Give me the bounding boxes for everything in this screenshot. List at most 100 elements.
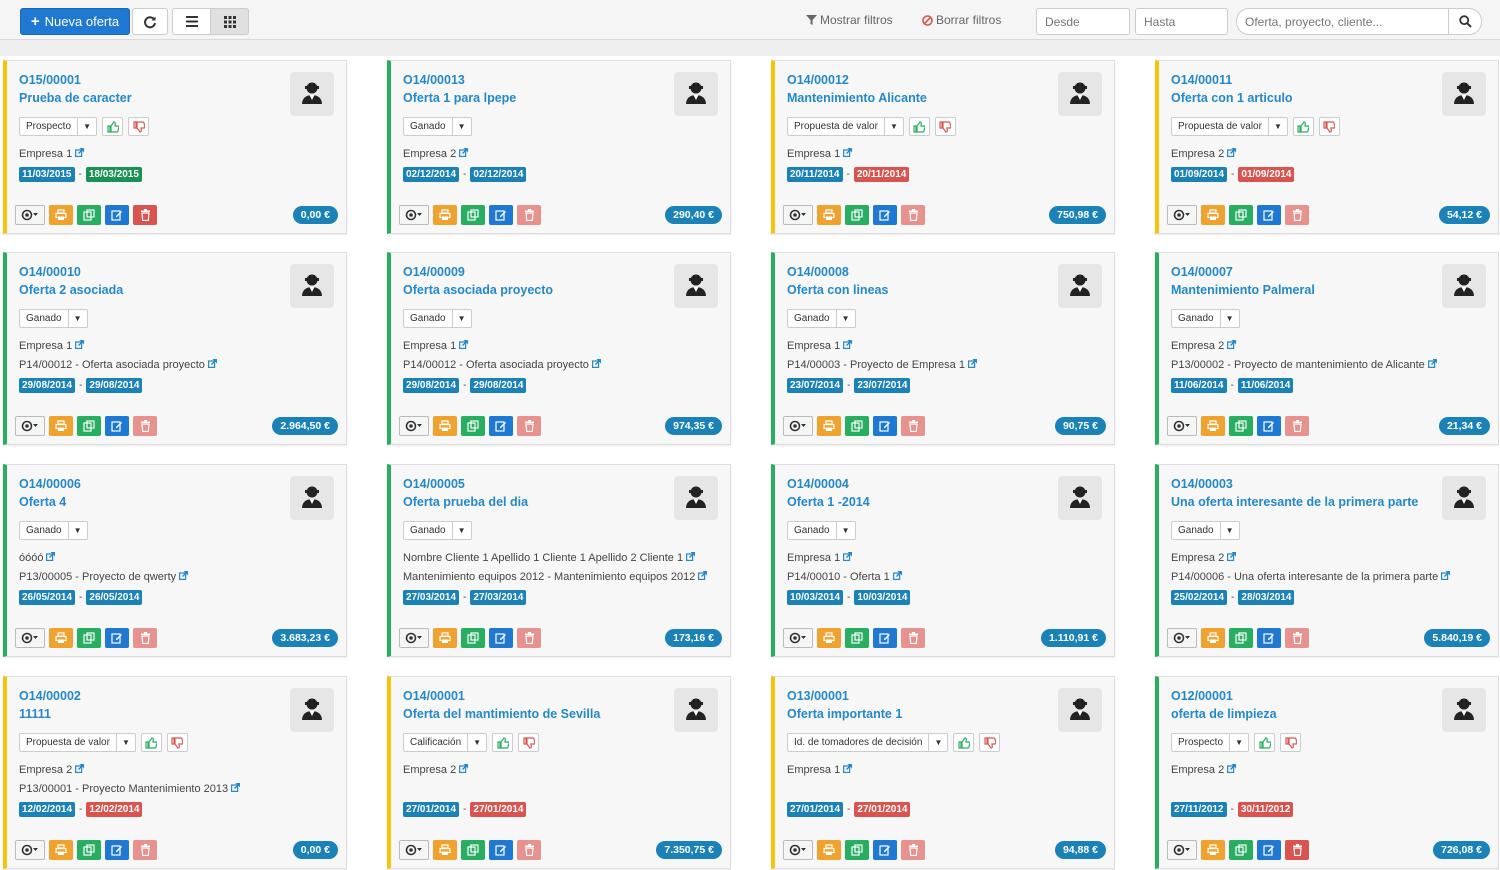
external-link-icon[interactable] bbox=[1227, 148, 1237, 160]
edit-button[interactable] bbox=[105, 416, 129, 436]
search-input[interactable] bbox=[1236, 8, 1449, 35]
edit-button[interactable] bbox=[873, 840, 897, 860]
delete-button[interactable] bbox=[1285, 628, 1309, 648]
external-link-icon[interactable] bbox=[75, 764, 85, 776]
offer-code[interactable]: O14/00003 bbox=[1171, 477, 1233, 491]
preview-button[interactable] bbox=[15, 840, 45, 860]
thumbs-down-icon[interactable] bbox=[1318, 117, 1340, 136]
client-name[interactable]: Empresa 1 bbox=[403, 340, 469, 352]
offer-code[interactable]: O14/00004 bbox=[787, 477, 849, 491]
offer-code[interactable]: O13/00001 bbox=[787, 689, 849, 703]
duplicate-button[interactable] bbox=[77, 205, 101, 225]
offer-title[interactable]: Oferta 2 asociada bbox=[19, 283, 123, 297]
caret-down-icon[interactable]: ▼ bbox=[78, 118, 96, 135]
project-name[interactable]: P14/00003 - Proyecto de Empresa 1 bbox=[787, 359, 977, 371]
client-name[interactable]: Empresa 2 bbox=[19, 764, 85, 776]
external-link-icon[interactable] bbox=[46, 552, 56, 564]
external-link-icon[interactable] bbox=[75, 148, 85, 160]
project-name[interactable]: P13/00002 - Proyecto de mantenimiento de… bbox=[1171, 359, 1437, 371]
preview-button[interactable] bbox=[15, 205, 45, 225]
offer-code[interactable]: O14/00007 bbox=[1171, 265, 1233, 279]
caret-down-icon[interactable]: ▼ bbox=[468, 734, 486, 751]
client-name[interactable]: Empresa 2 bbox=[1171, 764, 1237, 776]
preview-button[interactable] bbox=[399, 205, 429, 225]
offer-code[interactable]: O14/00005 bbox=[403, 477, 465, 491]
external-link-icon[interactable] bbox=[967, 359, 977, 371]
delete-button[interactable] bbox=[901, 628, 925, 648]
offer-title[interactable]: Oferta 1 para lpepe bbox=[403, 91, 516, 105]
preview-button[interactable] bbox=[783, 205, 813, 225]
stage-select[interactable]: Propuesta de valor ▼ bbox=[787, 117, 904, 136]
client-name[interactable]: Empresa 1 bbox=[787, 148, 853, 160]
caret-down-icon[interactable]: ▼ bbox=[837, 310, 855, 327]
edit-button[interactable] bbox=[1257, 840, 1281, 860]
offer-title[interactable]: Oferta asociada proyecto bbox=[403, 283, 553, 297]
stage-select[interactable]: Ganado ▼ bbox=[787, 521, 856, 540]
external-link-icon[interactable] bbox=[686, 552, 696, 564]
duplicate-button[interactable] bbox=[1229, 416, 1253, 436]
thumbs-up-icon[interactable] bbox=[102, 117, 124, 136]
print-button[interactable] bbox=[49, 840, 73, 860]
preview-button[interactable] bbox=[783, 416, 813, 436]
offer-card[interactable]: O14/00003 Una oferta interesante de la pr… bbox=[1155, 464, 1499, 657]
offer-card[interactable]: O15/00001 Prueba de caracter Prospecto ▼ Emp… bbox=[3, 60, 347, 234]
duplicate-button[interactable] bbox=[461, 628, 485, 648]
thumbs-up-icon[interactable] bbox=[1254, 733, 1276, 752]
stage-select[interactable]: Ganado ▼ bbox=[1171, 309, 1240, 328]
thumbs-up-icon[interactable] bbox=[1292, 117, 1314, 136]
stage-select[interactable]: Prospecto ▼ bbox=[19, 117, 98, 136]
delete-button[interactable] bbox=[1285, 840, 1309, 860]
offer-title[interactable]: Mantenimiento Alicante bbox=[787, 91, 927, 105]
delete-button[interactable] bbox=[901, 840, 925, 860]
offer-title[interactable]: Oferta prueba del dia bbox=[403, 495, 528, 509]
print-button[interactable] bbox=[49, 205, 73, 225]
grid-view-button[interactable] bbox=[210, 8, 249, 35]
delete-button[interactable] bbox=[901, 416, 925, 436]
offer-title[interactable]: Oferta con lineas bbox=[787, 283, 888, 297]
external-link-icon[interactable] bbox=[843, 552, 853, 564]
show-filters-link[interactable]: Mostrar filtros bbox=[806, 13, 893, 27]
date-to-input[interactable] bbox=[1135, 8, 1228, 35]
print-button[interactable] bbox=[817, 628, 841, 648]
offer-code[interactable]: O14/00011 bbox=[1171, 73, 1232, 87]
offer-code[interactable]: O14/00008 bbox=[787, 265, 849, 279]
thumbs-down-icon[interactable] bbox=[934, 117, 956, 136]
edit-button[interactable] bbox=[489, 205, 513, 225]
offer-code[interactable]: O15/00001 bbox=[19, 73, 81, 87]
client-name[interactable]: Empresa 2 bbox=[1171, 552, 1237, 564]
offer-code[interactable]: O14/00006 bbox=[19, 477, 81, 491]
offer-code[interactable]: O14/00013 bbox=[403, 73, 465, 87]
project-name[interactable]: P14/00012 - Oferta asociada proyecto bbox=[19, 359, 217, 371]
external-link-icon[interactable] bbox=[207, 359, 217, 371]
client-name[interactable]: Empresa 1 bbox=[787, 764, 853, 776]
caret-down-icon[interactable]: ▼ bbox=[1221, 310, 1239, 327]
stage-select[interactable]: Ganado ▼ bbox=[403, 309, 472, 328]
stage-select[interactable]: Ganado ▼ bbox=[19, 521, 88, 540]
offer-title[interactable]: 11111 bbox=[19, 707, 51, 721]
external-link-icon[interactable] bbox=[75, 340, 85, 352]
edit-button[interactable] bbox=[873, 628, 897, 648]
caret-down-icon[interactable]: ▼ bbox=[1221, 522, 1239, 539]
date-from-input[interactable] bbox=[1036, 8, 1130, 35]
offer-title[interactable]: Oferta 1 -2014 bbox=[787, 495, 870, 509]
offer-title[interactable]: oferta de limpieza bbox=[1171, 707, 1277, 721]
client-name[interactable]: Empresa 2 bbox=[1171, 340, 1237, 352]
caret-down-icon[interactable]: ▼ bbox=[885, 118, 903, 135]
external-link-icon[interactable] bbox=[1227, 552, 1237, 564]
stage-select[interactable]: Propuesta de valor ▼ bbox=[1171, 117, 1288, 136]
external-link-icon[interactable] bbox=[698, 571, 708, 583]
offer-code[interactable]: O14/00012 bbox=[787, 73, 849, 87]
edit-button[interactable] bbox=[1257, 205, 1281, 225]
delete-button[interactable] bbox=[133, 628, 157, 648]
duplicate-button[interactable] bbox=[77, 840, 101, 860]
external-link-icon[interactable] bbox=[459, 764, 469, 776]
edit-button[interactable] bbox=[1257, 628, 1281, 648]
duplicate-button[interactable] bbox=[845, 840, 869, 860]
offer-title[interactable]: Oferta con 1 articulo bbox=[1171, 91, 1293, 105]
preview-button[interactable] bbox=[783, 840, 813, 860]
project-name[interactable]: P14/00006 - Una oferta interesante de la… bbox=[1171, 571, 1451, 583]
print-button[interactable] bbox=[1201, 416, 1225, 436]
offer-title[interactable]: Prueba de caracter bbox=[19, 91, 132, 105]
preview-button[interactable] bbox=[399, 416, 429, 436]
edit-button[interactable] bbox=[105, 628, 129, 648]
